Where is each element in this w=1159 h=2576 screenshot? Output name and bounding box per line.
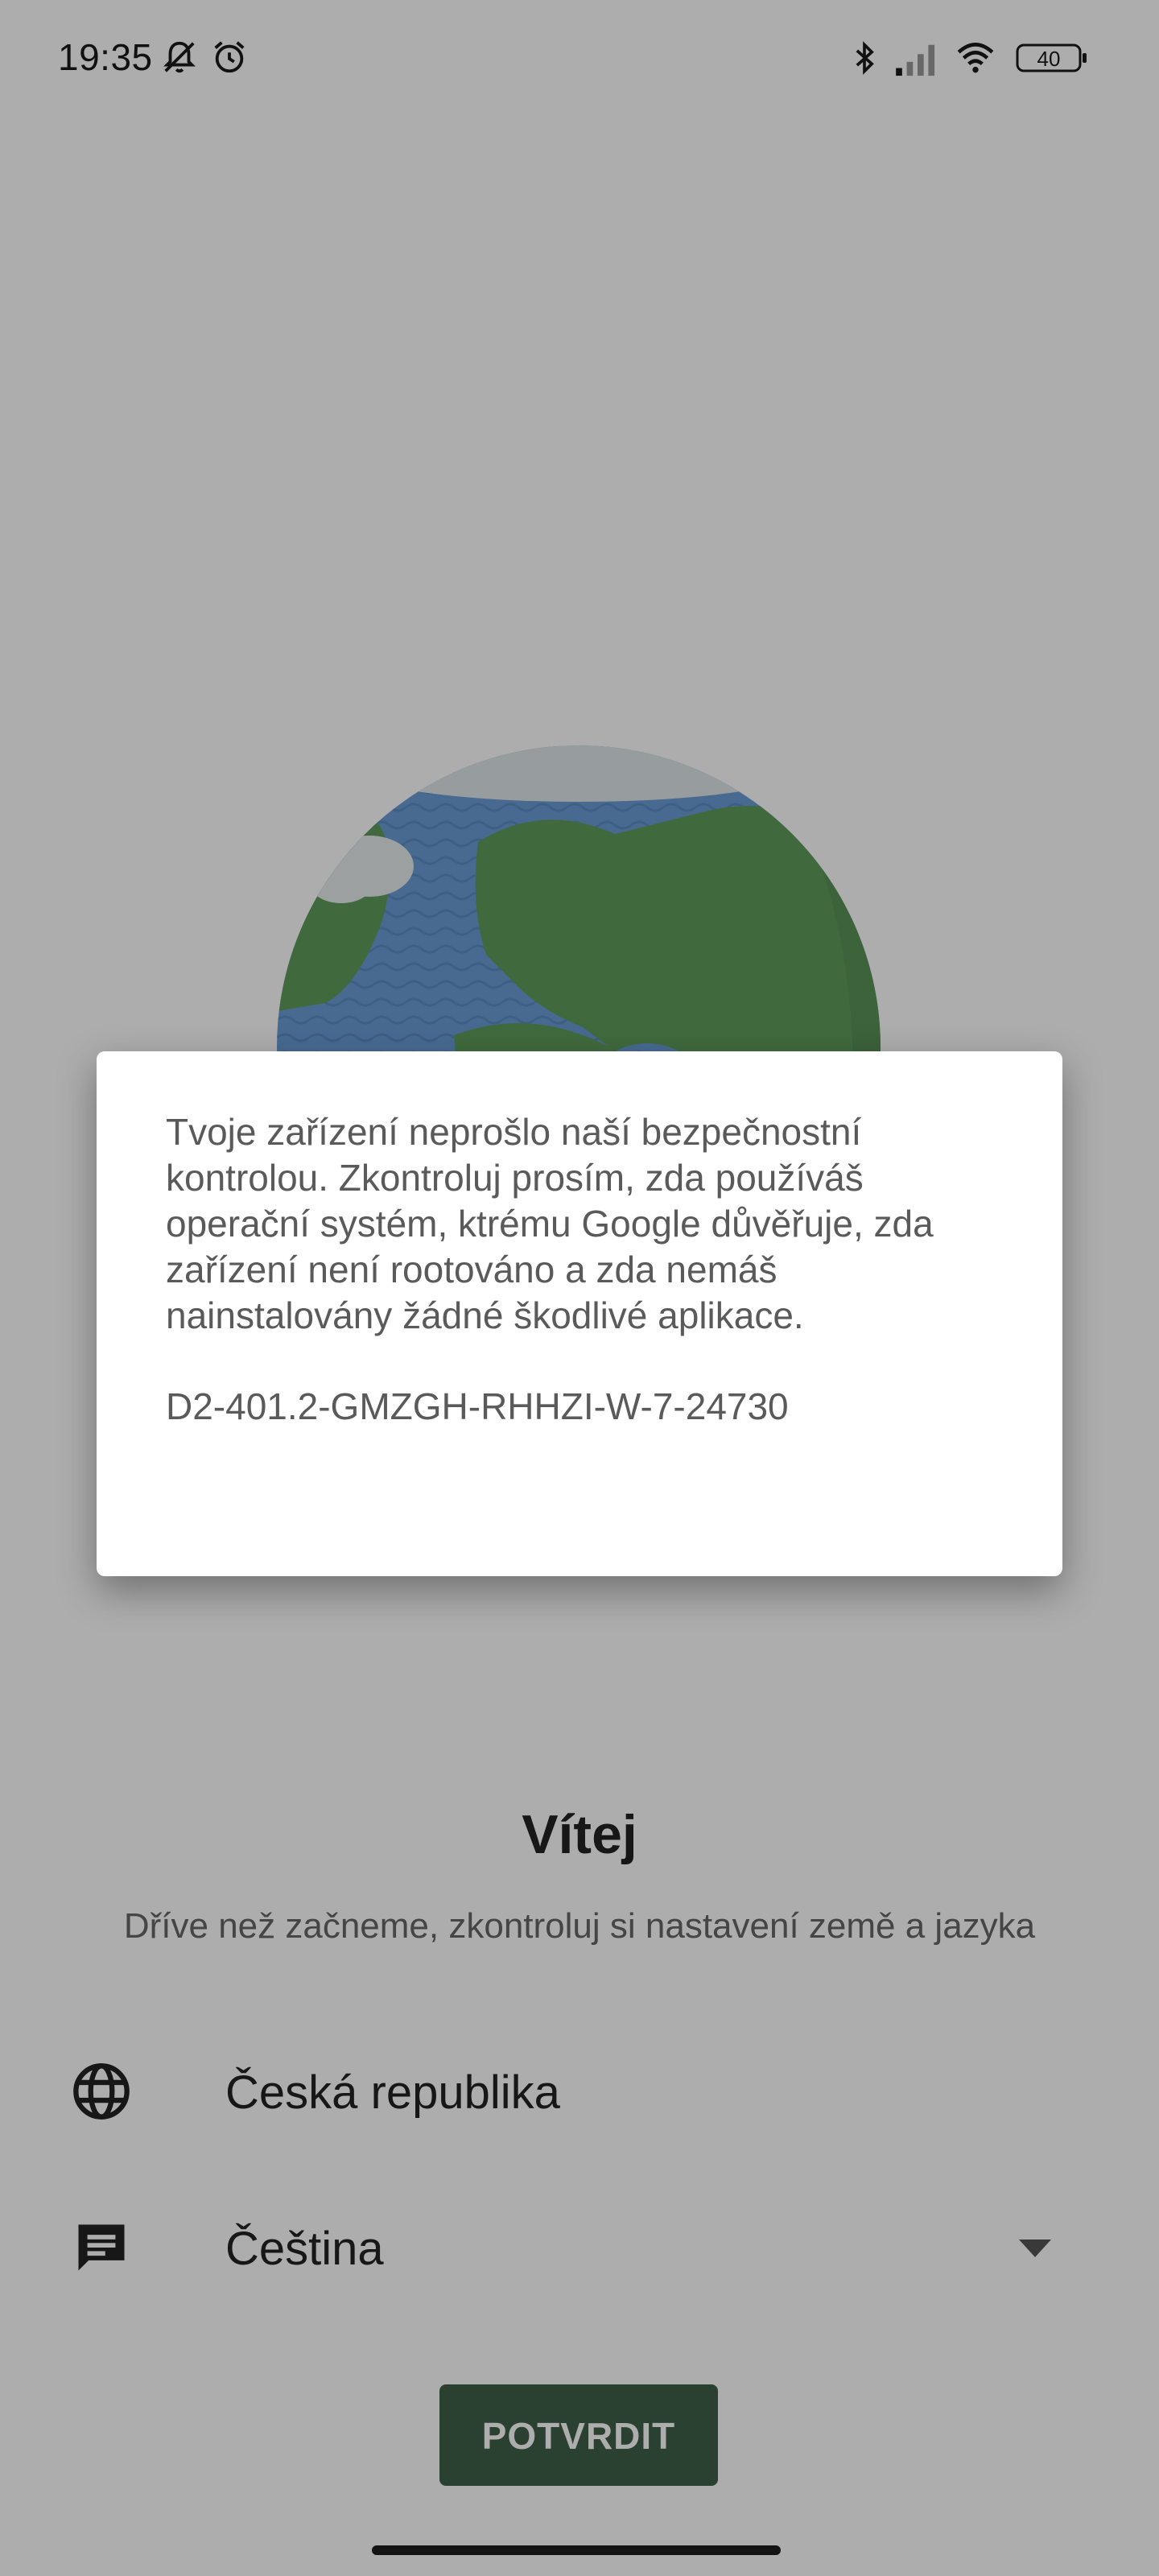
dialog-error-code: D2-401.2-GMZGH-RHHZI-W-7-24730 [166,1385,789,1427]
screen: Vítej Dříve než začneme, zkontroluj si n… [0,0,1159,2576]
security-check-dialog: Tvoje zařízení neprošlo naší bezpečnostn… [97,1051,1062,1576]
dialog-message: Tvoje zařízení neprošlo naší bezpečnostn… [166,1111,934,1336]
home-indicator[interactable] [372,2545,781,2555]
